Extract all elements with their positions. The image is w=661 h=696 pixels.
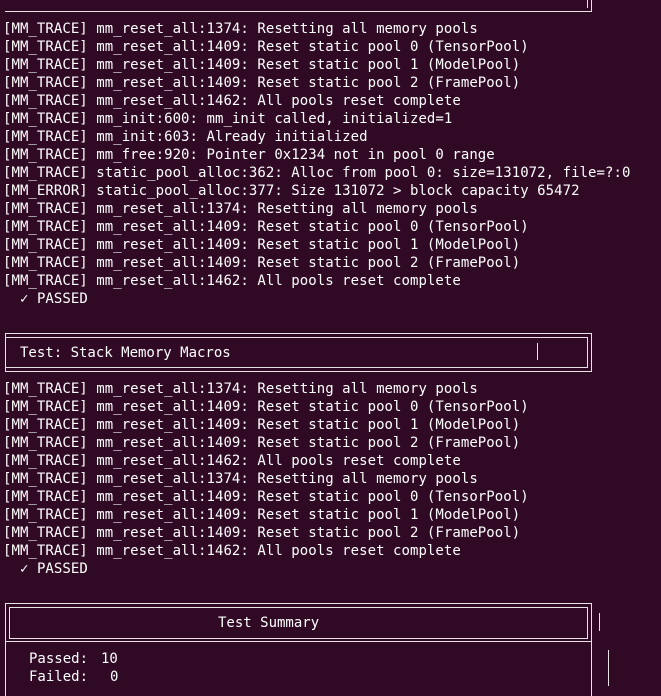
summary-left-border-inner bbox=[9, 607, 10, 638]
log-line: [MM_TRACE] mm_reset_all:1409: Reset stat… bbox=[3, 417, 521, 433]
test-header-bottom-border-inner bbox=[5, 367, 588, 368]
log-line: [MM_TRACE] mm_reset_all:1409: Reset stat… bbox=[3, 525, 521, 541]
log-line: [MM_TRACE] mm_reset_all:1462: All pools … bbox=[3, 93, 461, 109]
summary-left-border-outer bbox=[5, 603, 6, 696]
log-line: [MM_TRACE] mm_reset_all:1374: Resetting … bbox=[3, 471, 478, 487]
summary-title: Test Summary bbox=[218, 615, 320, 631]
test-header-top-border-outer bbox=[5, 333, 592, 334]
log-line: [MM_TRACE] mm_reset_all:1374: Resetting … bbox=[3, 201, 478, 217]
test-header-title: Test: Stack Memory Macros bbox=[20, 345, 231, 361]
test-header-bottom-border-outer bbox=[5, 371, 592, 372]
text-cursor-bar bbox=[537, 343, 538, 360]
log-line: [MM_TRACE] mm_reset_all:1409: Reset stat… bbox=[3, 57, 521, 73]
passed-status-1: ✓ PASSED bbox=[20, 291, 88, 307]
test-header-right-border-inner bbox=[587, 337, 588, 367]
summary-right-edge-mark-2 bbox=[608, 650, 609, 686]
log-line: [MM_TRACE] mm_reset_all:1409: Reset stat… bbox=[3, 255, 521, 271]
log-line: [MM_TRACE] mm_init:603: Already initiali… bbox=[3, 129, 368, 145]
log-line: [MM_TRACE] mm_reset_all:1374: Resetting … bbox=[3, 381, 478, 397]
log-line: [MM_TRACE] mm_reset_all:1409: Reset stat… bbox=[3, 39, 529, 55]
summary-top-border-outer bbox=[5, 603, 592, 604]
summary-divider-outer bbox=[5, 641, 592, 642]
test-header-right-border-outer bbox=[591, 333, 592, 371]
prev-box-bottom-border-outer bbox=[5, 11, 591, 12]
log-line: [MM_ERROR] static_pool_alloc:377: Size 1… bbox=[3, 183, 580, 199]
log-line: [MM_TRACE] mm_reset_all:1409: Reset stat… bbox=[3, 399, 529, 415]
summary-passed-value: 10 bbox=[101, 651, 118, 667]
summary-divider bbox=[9, 638, 588, 639]
log-line: [MM_TRACE] mm_reset_all:1409: Reset stat… bbox=[3, 237, 521, 253]
summary-right-border-outer bbox=[591, 603, 592, 696]
log-line: [MM_TRACE] static_pool_alloc:362: Alloc … bbox=[3, 165, 631, 181]
summary-passed-label: Passed: bbox=[29, 651, 89, 667]
summary-failed-value: 0 bbox=[110, 669, 119, 685]
log-line: [MM_TRACE] mm_reset_all:1462: All pools … bbox=[3, 453, 461, 469]
log-line: [MM_TRACE] mm_reset_all:1409: Reset stat… bbox=[3, 219, 529, 235]
summary-failed-label: Failed: bbox=[29, 669, 89, 685]
test-header-left-border bbox=[5, 333, 6, 371]
log-line: [MM_TRACE] mm_init:600: mm_init called, … bbox=[3, 111, 453, 127]
log-line: [MM_TRACE] mm_reset_all:1409: Reset stat… bbox=[3, 489, 529, 505]
log-line: [MM_TRACE] mm_free:920: Pointer 0x1234 n… bbox=[3, 147, 495, 163]
prev-box-right-border-inner bbox=[587, 0, 588, 8]
log-line: [MM_TRACE] mm_reset_all:1462: All pools … bbox=[3, 273, 461, 289]
summary-top-border-inner bbox=[9, 607, 588, 608]
prev-box-right-border bbox=[591, 0, 592, 12]
log-line: [MM_TRACE] mm_reset_all:1409: Reset stat… bbox=[3, 435, 521, 451]
passed-status-2: ✓ PASSED bbox=[20, 561, 88, 577]
test-header-top-border-inner bbox=[5, 337, 588, 338]
log-line: [MM_TRACE] mm_reset_all:1374: Resetting … bbox=[3, 21, 478, 37]
log-line: [MM_TRACE] mm_reset_all:1409: Reset stat… bbox=[3, 75, 521, 91]
log-line: [MM_TRACE] mm_reset_all:1409: Reset stat… bbox=[3, 507, 521, 523]
log-line: [MM_TRACE] mm_reset_all:1462: All pools … bbox=[3, 543, 461, 559]
summary-right-border-inner bbox=[587, 607, 588, 638]
summary-right-edge-mark bbox=[599, 613, 600, 631]
